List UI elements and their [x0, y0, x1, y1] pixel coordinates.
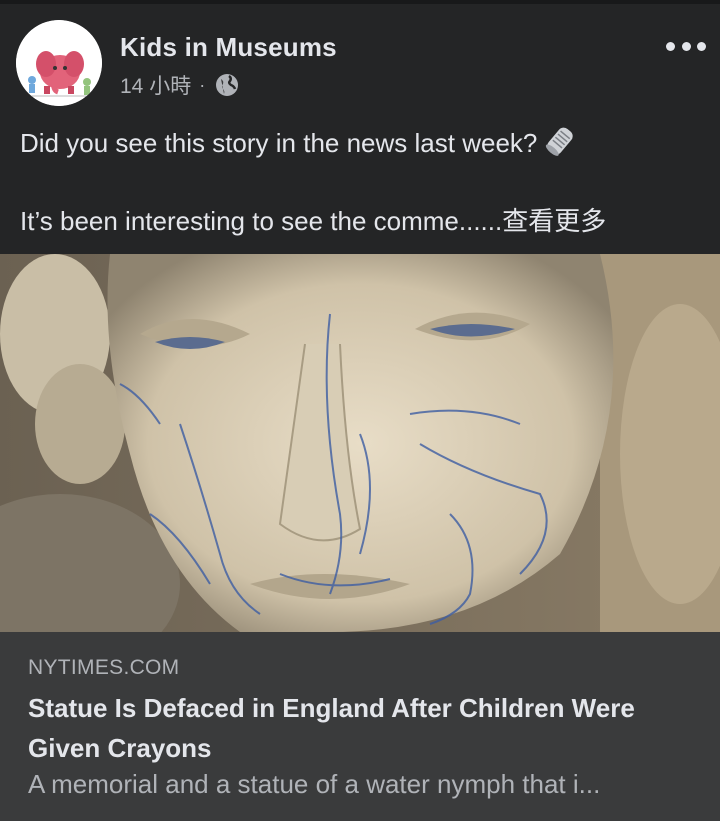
- post-text-line-2: It’s been interesting to see the comme..…: [20, 202, 700, 240]
- rolled-newspaper-icon: [543, 124, 577, 158]
- post-timestamp[interactable]: 14 小時: [120, 70, 191, 100]
- link-preview-card[interactable]: NYTIMES.COM Statue Is Defaced in England…: [0, 632, 720, 821]
- post-text: Did you see this story in the news last …: [20, 124, 700, 240]
- ellipsis-icon: [666, 41, 675, 51]
- globe-icon: [215, 73, 239, 97]
- link-description: A memorial and a statue of a water nymph…: [28, 769, 601, 799]
- post-text-line-2-content: It’s been interesting to see the comme..…: [20, 206, 503, 236]
- kids-in-museums-logo: [16, 20, 102, 106]
- post-text-line-1-content: Did you see this story in the news last …: [20, 128, 538, 158]
- link-domain: NYTIMES.COM: [28, 656, 180, 679]
- link-title[interactable]: Statue Is Defaced in England After Child…: [28, 688, 688, 768]
- feed-post: Kids in Museums 14 小時 · Did you see this…: [0, 0, 720, 821]
- post-text-line-1: Did you see this story in the news last …: [20, 124, 700, 162]
- meta-separator: ·: [199, 74, 206, 95]
- statue-photo: [0, 254, 720, 632]
- page-avatar[interactable]: [16, 20, 102, 106]
- post-header: Kids in Museums 14 小時 ·: [0, 4, 720, 114]
- page-name[interactable]: Kids in Museums: [120, 32, 337, 63]
- see-more-link[interactable]: 查看更多: [502, 206, 606, 236]
- more-options-button[interactable]: [666, 34, 706, 58]
- ellipsis-icon: [681, 41, 691, 51]
- link-preview-image[interactable]: [0, 254, 720, 632]
- post-meta: 14 小時 ·: [120, 70, 239, 100]
- ellipsis-icon: [697, 41, 706, 51]
